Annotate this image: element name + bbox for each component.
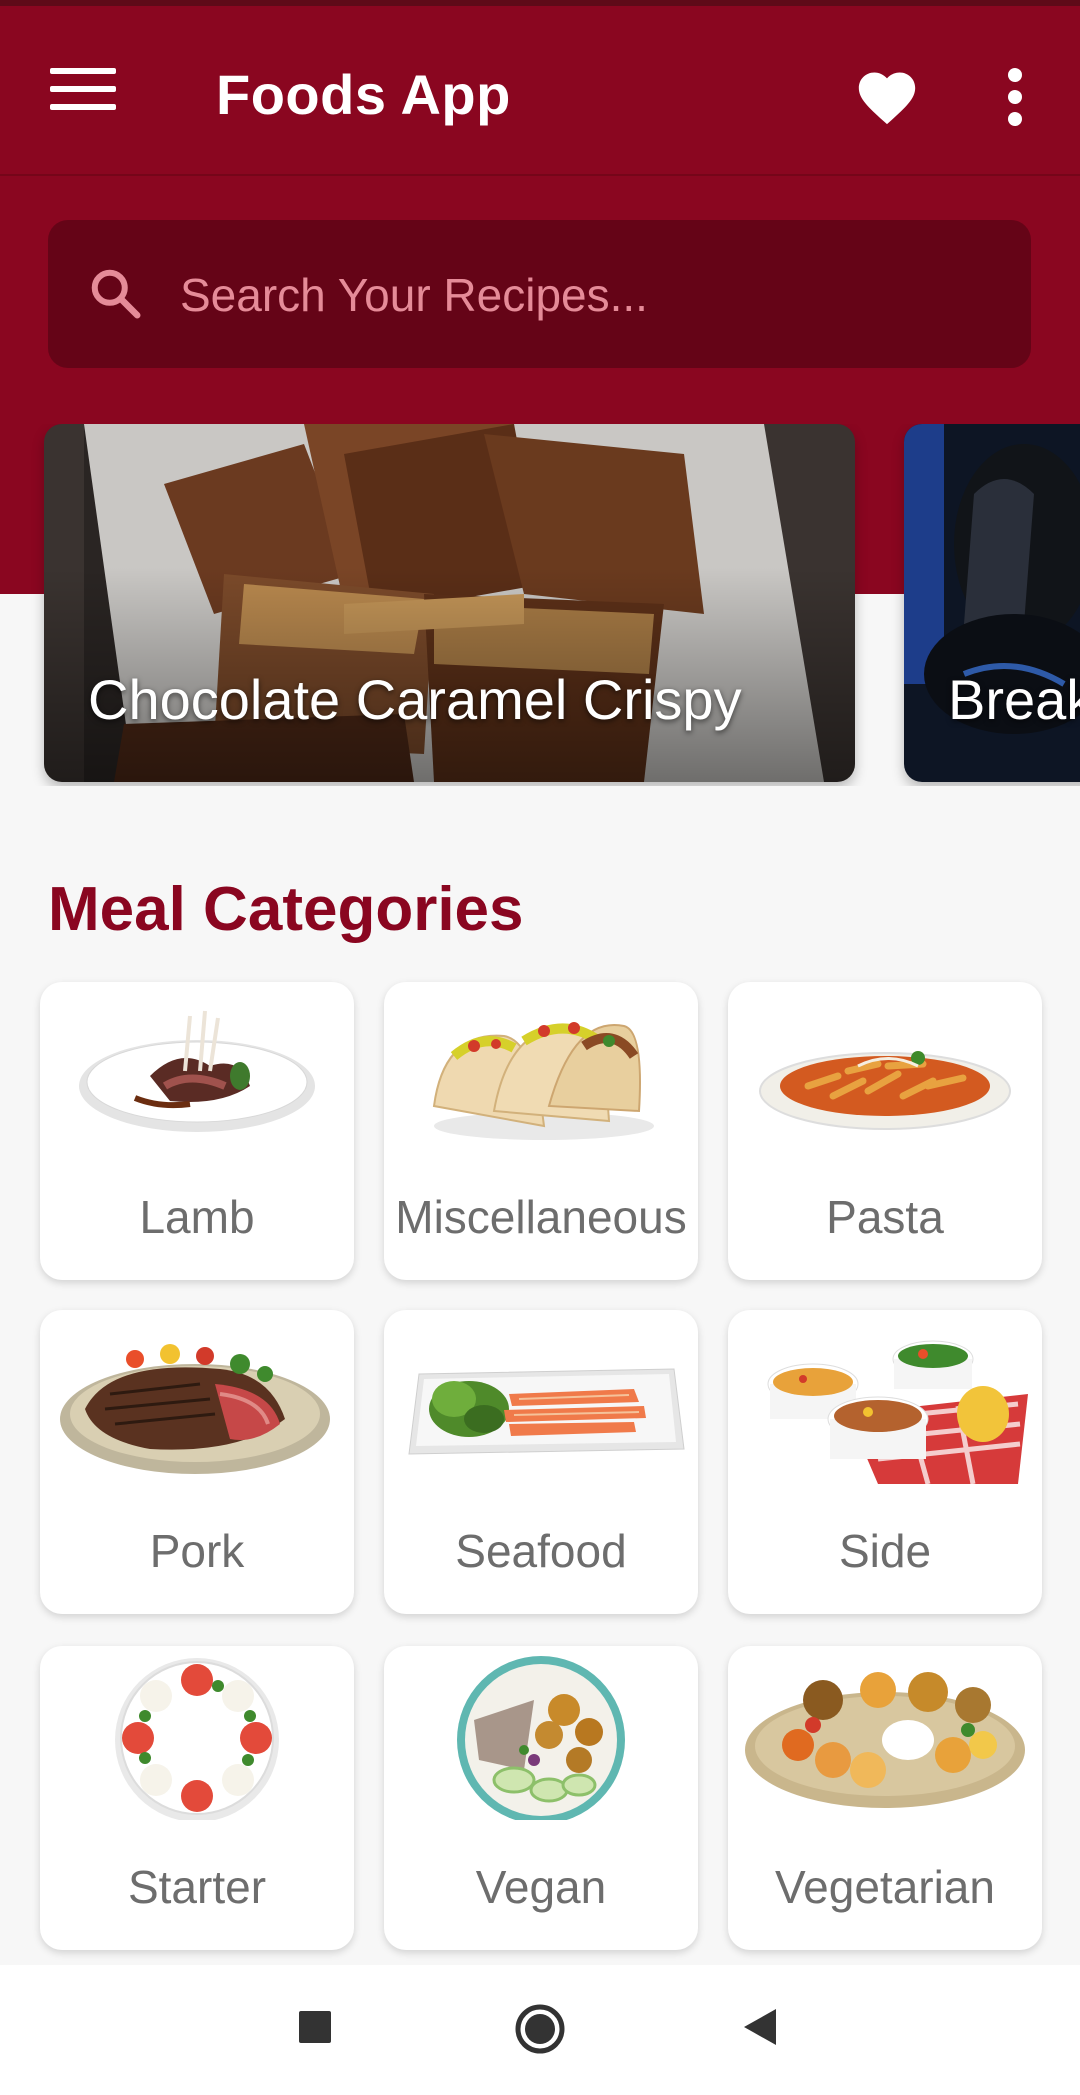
category-card-miscellaneous[interactable]: Miscellaneous — [384, 982, 698, 1280]
category-card-seafood[interactable]: Seafood — [384, 1310, 698, 1614]
circle-icon[interactable] — [514, 2003, 566, 2055]
search-bar[interactable] — [48, 220, 1031, 368]
lamb-image — [79, 1010, 315, 1132]
menu-icon[interactable] — [50, 68, 116, 118]
tacos-image — [432, 1022, 654, 1140]
category-label: Lamb — [139, 1191, 255, 1243]
section-title: Meal Categories — [48, 875, 524, 944]
system-navigation-bar — [0, 1965, 1080, 2095]
side-dishes-image — [767, 1340, 1028, 1484]
category-label: Pork — [149, 1525, 245, 1577]
category-card-pork[interactable]: Pork — [40, 1310, 354, 1614]
category-label: Vegan — [475, 1861, 607, 1913]
featured-carousel[interactable]: Chocolate Caramel Crispy Break — [0, 424, 1080, 786]
starter-image — [115, 1658, 279, 1820]
category-card-side[interactable]: Side — [728, 1310, 1042, 1614]
search-input[interactable] — [180, 260, 980, 330]
app-bar: Foods App — [0, 6, 1080, 176]
category-card-starter[interactable]: Starter — [40, 1646, 354, 1950]
featured-slide-title: Chocolate Caramel Crispy — [88, 668, 742, 731]
pasta-image — [759, 1051, 1011, 1130]
square-icon[interactable] — [298, 2010, 332, 2044]
pork-image — [60, 1344, 330, 1474]
featured-slide[interactable]: Chocolate Caramel Crispy — [44, 424, 855, 782]
featured-slide[interactable]: Break — [904, 424, 1080, 782]
category-label: Miscellaneous — [395, 1191, 687, 1243]
category-label: Pasta — [826, 1191, 944, 1243]
heart-icon[interactable] — [852, 64, 922, 126]
app-title: Foods App — [216, 63, 511, 126]
vegetarian-image — [745, 1672, 1025, 1808]
more-vert-icon[interactable] — [1000, 68, 1030, 128]
search-icon — [91, 269, 141, 319]
seafood-image — [408, 1368, 685, 1455]
category-card-pasta[interactable]: Pasta — [728, 982, 1042, 1280]
category-label: Side — [838, 1525, 932, 1577]
category-card-vegetarian[interactable]: Vegetarian — [728, 1646, 1042, 1950]
category-label: Vegetarian — [775, 1861, 995, 1913]
category-card-lamb[interactable]: Lamb — [40, 982, 354, 1280]
category-label: Starter — [127, 1861, 267, 1913]
featured-slide-title: Break — [948, 668, 1080, 731]
vegan-image — [457, 1656, 625, 1820]
category-card-vegan[interactable]: Vegan — [384, 1646, 698, 1950]
triangle-back-icon[interactable] — [742, 2007, 778, 2047]
category-label: Seafood — [455, 1525, 627, 1577]
